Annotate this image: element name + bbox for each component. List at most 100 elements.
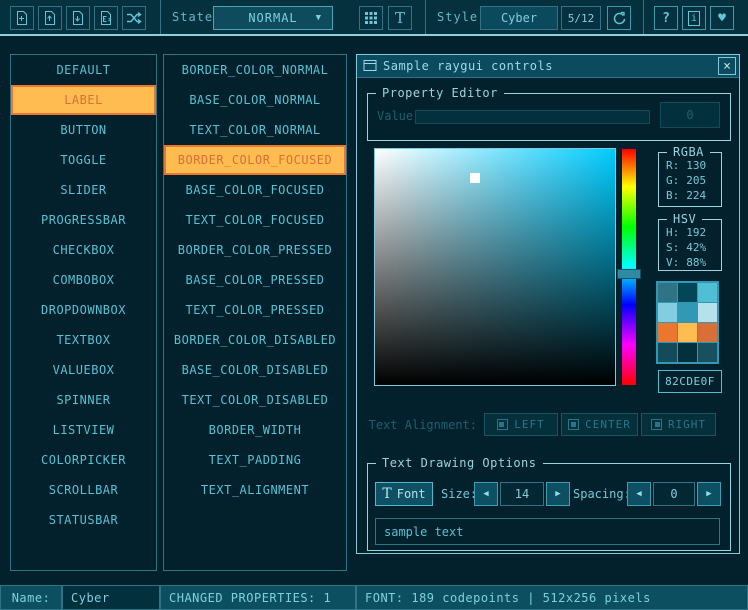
- spacing-increment-button[interactable]: ▶: [697, 482, 721, 506]
- open-file-button[interactable]: [38, 6, 62, 30]
- list-item-scrollbar[interactable]: SCROLLBAR: [11, 475, 156, 505]
- hue-slider-handle[interactable]: [617, 269, 641, 279]
- sample-controls-window: Sample raygui controls × Property Editor…: [356, 54, 740, 554]
- list-item-colorpicker[interactable]: COLORPICKER: [11, 445, 156, 475]
- sponsor-button[interactable]: ♥: [710, 6, 734, 30]
- align-right-icon: [651, 419, 662, 430]
- window-icon: [363, 59, 378, 73]
- align-right-button[interactable]: RIGHT: [641, 413, 716, 436]
- arrow-right-icon: ▶: [706, 489, 711, 499]
- text-T-icon: T: [395, 9, 405, 27]
- list-item-border_color_pressed[interactable]: BORDER_COLOR_PRESSED: [164, 235, 346, 265]
- list-item-default[interactable]: DEFAULT: [11, 55, 156, 85]
- palette-swatch[interactable]: [698, 323, 717, 342]
- list-item-toggle[interactable]: TOGGLE: [11, 145, 156, 175]
- reload-icon: [612, 11, 627, 26]
- list-item-border_color_focused[interactable]: BORDER_COLOR_FOCUSED: [164, 145, 346, 175]
- style-name-value: Cyber: [501, 11, 537, 25]
- palette-swatch[interactable]: [658, 343, 677, 362]
- hsv-group: HSV H:192 S:42% V:88%: [658, 219, 722, 271]
- new-file-button[interactable]: [10, 6, 34, 30]
- color-picker-area[interactable]: [374, 148, 616, 386]
- palette-swatch[interactable]: [678, 283, 697, 302]
- style-table-button[interactable]: [359, 6, 383, 30]
- list-item-base_color_disabled[interactable]: BASE_COLOR_DISABLED: [164, 355, 346, 385]
- value-box[interactable]: 0: [660, 102, 720, 128]
- list-item-checkbox[interactable]: CHECKBOX: [11, 235, 156, 265]
- hsv-row: S:42%: [659, 240, 721, 255]
- spacing-value-box[interactable]: 0: [653, 482, 695, 506]
- toolbar-separator: [643, 0, 644, 34]
- text-T-icon: T: [382, 486, 391, 502]
- list-item-text_color_normal[interactable]: TEXT_COLOR_NORMAL: [164, 115, 346, 145]
- hex-value-textbox[interactable]: 82CDE0F: [658, 370, 722, 393]
- list-item-textbox[interactable]: TEXTBOX: [11, 325, 156, 355]
- list-item-text_color_focused[interactable]: TEXT_COLOR_FOCUSED: [164, 205, 346, 235]
- list-item-slider[interactable]: SLIDER: [11, 175, 156, 205]
- list-item-spinner[interactable]: SPINNER: [11, 385, 156, 415]
- spacing-label: Spacing:: [573, 482, 631, 506]
- palette-swatch[interactable]: [678, 323, 697, 342]
- palette-swatch[interactable]: [698, 303, 717, 322]
- load-font-button[interactable]: T Font: [375, 482, 433, 506]
- help-button[interactable]: ?: [654, 6, 678, 30]
- save-file-button[interactable]: [66, 6, 90, 30]
- palette-swatch[interactable]: [678, 343, 697, 362]
- spacing-decrement-button[interactable]: ◀: [627, 482, 651, 506]
- value-slider[interactable]: [415, 110, 650, 124]
- about-button[interactable]: i: [682, 6, 706, 30]
- question-icon: ?: [662, 11, 670, 26]
- font-atlas-button[interactable]: T: [388, 6, 412, 30]
- size-value-box[interactable]: 14: [500, 482, 544, 506]
- list-item-base_color_focused[interactable]: BASE_COLOR_FOCUSED: [164, 175, 346, 205]
- list-item-base_color_normal[interactable]: BASE_COLOR_NORMAL: [164, 85, 346, 115]
- list-item-text_color_pressed[interactable]: TEXT_COLOR_PRESSED: [164, 295, 346, 325]
- list-item-button[interactable]: BUTTON: [11, 115, 156, 145]
- style-name-button[interactable]: Cyber: [480, 6, 558, 30]
- list-item-text_color_disabled[interactable]: TEXT_COLOR_DISABLED: [164, 385, 346, 415]
- size-increment-button[interactable]: ▶: [546, 482, 570, 506]
- state-value: NORMAL: [248, 11, 297, 25]
- list-item-label[interactable]: LABEL: [11, 85, 156, 115]
- list-item-border_color_disabled[interactable]: BORDER_COLOR_DISABLED: [164, 325, 346, 355]
- list-item-text_padding[interactable]: TEXT_PADDING: [164, 445, 346, 475]
- reload-style-button[interactable]: [607, 6, 631, 30]
- palette-swatch[interactable]: [698, 343, 717, 362]
- sample-text-textbox[interactable]: sample text: [375, 518, 720, 545]
- palette-swatch[interactable]: [658, 283, 677, 302]
- palette-swatch[interactable]: [658, 303, 677, 322]
- status-changed-properties: CHANGED PROPERTIES: 1: [160, 585, 356, 610]
- size-label: Size:: [441, 482, 477, 506]
- size-decrement-button[interactable]: ◀: [474, 482, 498, 506]
- align-center-button[interactable]: CENTER: [561, 413, 638, 436]
- group-label: Property Editor: [376, 86, 504, 100]
- info-icon: i: [688, 11, 700, 26]
- arrow-right-icon: ▶: [555, 489, 560, 499]
- list-item-text_alignment[interactable]: TEXT_ALIGNMENT: [164, 475, 346, 505]
- list-item-combobox[interactable]: COMBOBOX: [11, 265, 156, 295]
- palette-swatch[interactable]: [658, 323, 677, 342]
- list-item-dropdownbox[interactable]: DROPDOWNBOX: [11, 295, 156, 325]
- close-button[interactable]: ×: [718, 57, 736, 75]
- hsv-row: V:88%: [659, 255, 721, 270]
- list-item-listview[interactable]: LISTVIEW: [11, 415, 156, 445]
- list-item-border_color_normal[interactable]: BORDER_COLOR_NORMAL: [164, 55, 346, 85]
- palette-swatch[interactable]: [678, 303, 697, 322]
- list-item-statusbar[interactable]: STATUSBAR: [11, 505, 156, 535]
- hue-bar[interactable]: [622, 149, 636, 385]
- randomize-style-button[interactable]: [122, 6, 146, 30]
- list-item-border_width[interactable]: BORDER_WIDTH: [164, 415, 346, 445]
- style-color-palette: [656, 281, 719, 364]
- state-dropdown[interactable]: NORMAL ▼: [213, 6, 333, 30]
- list-item-progressbar[interactable]: PROGRESSBAR: [11, 205, 156, 235]
- rgba-row: R:130: [659, 158, 721, 173]
- align-left-icon: [497, 419, 508, 430]
- list-item-valuebox[interactable]: VALUEBOX: [11, 355, 156, 385]
- export-file-button[interactable]: [94, 6, 118, 30]
- list-item-base_color_pressed[interactable]: BASE_COLOR_PRESSED: [164, 265, 346, 295]
- rgba-row: G:205: [659, 173, 721, 188]
- palette-swatch[interactable]: [698, 283, 717, 302]
- style-name-textbox[interactable]: Cyber: [62, 585, 160, 610]
- align-left-button[interactable]: LEFT: [484, 413, 558, 436]
- properties-listview: BORDER_COLOR_NORMALBASE_COLOR_NORMALTEXT…: [163, 54, 347, 571]
